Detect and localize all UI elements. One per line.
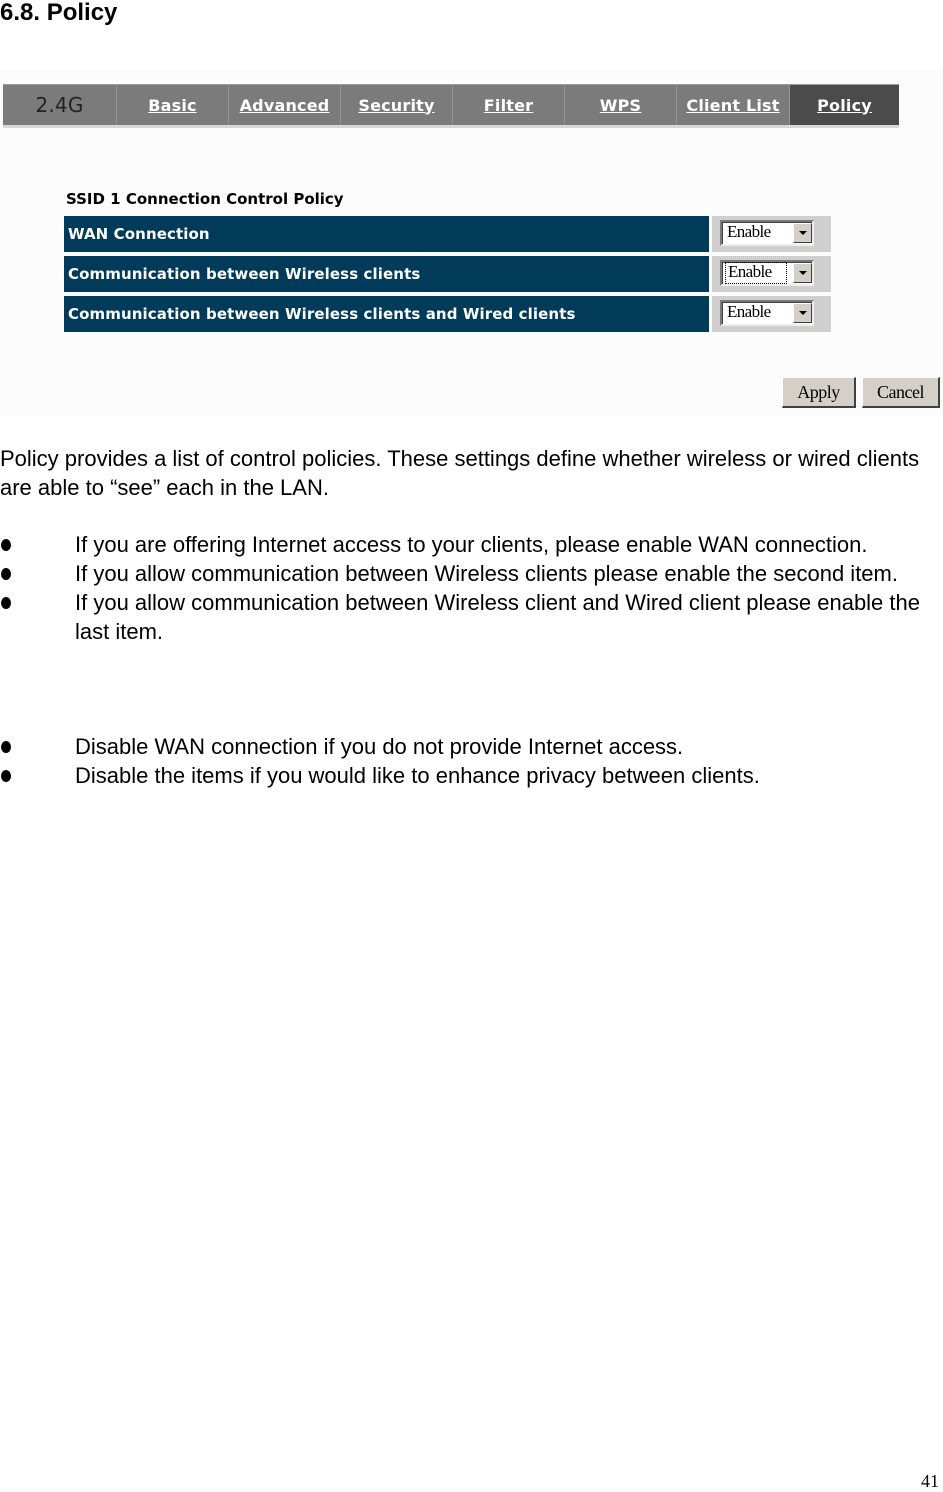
bullet-text: Disable WAN connection if you do not pro… — [75, 734, 684, 759]
cancel-button[interactable]: Cancel — [862, 377, 940, 408]
dropdown-arrow-icon[interactable] — [793, 223, 812, 243]
dropdown-arrow-icon[interactable] — [793, 263, 812, 283]
disable-bullet-list: Disable WAN connection if you do not pro… — [0, 732, 943, 790]
policy-row-wireless: Communication between Wireless clients E… — [64, 256, 832, 292]
tab-policy[interactable]: Policy — [790, 85, 899, 125]
row-label: WAN Connection — [64, 216, 709, 252]
tab-basic[interactable]: Basic — [117, 85, 229, 125]
select-value: Enable — [727, 302, 771, 321]
tab-security[interactable]: Security — [341, 85, 453, 125]
band-label: 2.4G — [3, 85, 117, 125]
list-item: Disable the items if you would like to e… — [0, 761, 943, 790]
select-cell: Enable — [712, 296, 831, 332]
select-value: Enable — [727, 222, 771, 241]
wireless-clients-select[interactable]: Enable — [720, 260, 814, 286]
bullet-icon — [1, 539, 11, 551]
page-number: 41 — [921, 1471, 939, 1491]
bullet-icon — [1, 741, 11, 753]
ssid-policy-title: SSID 1 Connection Control Policy — [66, 190, 344, 208]
bullet-text: If you are offering Internet access to y… — [75, 532, 868, 557]
list-item: If you are offering Internet access to y… — [0, 530, 943, 559]
tab-filter[interactable]: Filter — [453, 85, 565, 125]
list-item: If you allow communication between Wirel… — [0, 559, 943, 588]
select-value: Enable — [725, 262, 787, 284]
apply-button[interactable]: Apply — [782, 377, 856, 408]
select-cell: Enable — [712, 256, 831, 292]
wan-connection-select[interactable]: Enable — [720, 220, 814, 246]
dropdown-arrow-icon[interactable] — [793, 303, 812, 323]
section-heading: 6.8. Policy — [0, 0, 118, 26]
bullet-icon — [1, 770, 11, 782]
bullet-icon — [1, 597, 11, 609]
tab-advanced[interactable]: Advanced — [229, 85, 341, 125]
row-label: Communication between Wireless clients — [64, 256, 709, 292]
list-item: Disable WAN connection if you do not pro… — [0, 732, 943, 761]
tab-bar: 2.4G Basic Advanced Security Filter WPS … — [3, 84, 899, 125]
tab-client-list[interactable]: Client List — [677, 85, 790, 125]
bullet-text: If you allow communication between Wirel… — [75, 590, 920, 644]
wireless-wired-select[interactable]: Enable — [720, 300, 814, 326]
enable-bullet-list: If you are offering Internet access to y… — [0, 530, 943, 646]
description-paragraph: Policy provides a list of control polici… — [0, 446, 920, 500]
bullet-icon — [1, 568, 11, 580]
tab-wps[interactable]: WPS — [565, 85, 677, 125]
bullet-text: If you allow communication between Wirel… — [75, 561, 898, 586]
select-cell: Enable — [712, 216, 831, 252]
router-ui-screenshot: 2.4G Basic Advanced Security Filter WPS … — [0, 70, 943, 416]
policy-row-wired: Communication between Wireless clients a… — [64, 296, 832, 332]
bullet-text: Disable the items if you would like to e… — [75, 763, 760, 788]
list-item: If you allow communication between Wirel… — [0, 588, 943, 646]
row-label: Communication between Wireless clients a… — [64, 296, 709, 332]
policy-row-wan: WAN Connection Enable — [64, 216, 832, 252]
